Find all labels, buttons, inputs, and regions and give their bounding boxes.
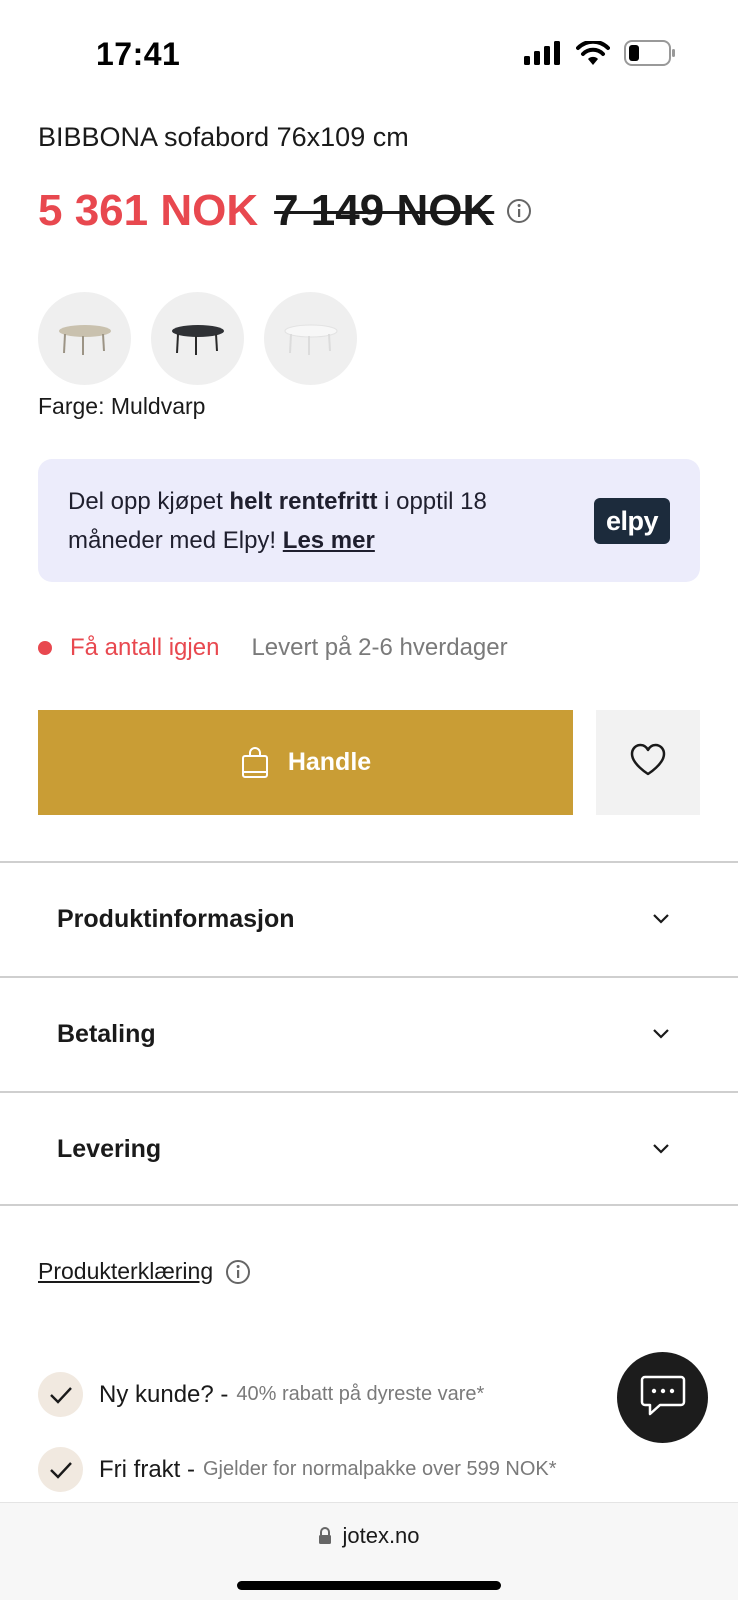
lock-icon [318,1527,332,1545]
url-bar[interactable]: jotex.no [0,1523,738,1549]
buy-button-label: Handle [287,748,372,776]
status-time: 17:41 [96,36,181,72]
elpy-read-more-link[interactable]: Les mer [283,527,375,554]
accordion-delivery[interactable]: Levering [0,1091,738,1205]
wifi-icon [576,39,610,70]
browser-bottom-bar: jotex.no [0,1502,738,1600]
shopping-bag-icon [240,746,270,779]
stock-status-dot [38,641,52,655]
chat-bubble-icon [640,1373,686,1422]
elpy-logo: elpy [594,498,670,544]
chevron-down-icon [652,913,670,925]
price-current: 5 361 NOK [38,186,259,235]
accordion-label: Levering [57,1134,162,1163]
table-dark-icon [171,324,224,355]
accordion-divider [0,1204,738,1206]
chevron-down-icon [652,1028,670,1040]
swatch-dark[interactable] [151,292,244,385]
chevron-down-icon [652,1143,670,1155]
price-row: 5 361 NOK 7 149 NOK [38,186,532,236]
table-white-icon [284,324,337,355]
perk-desc: Gjelder for normalpakke over 599 NOK* [203,1458,557,1480]
elpy-text: Del opp kjøpet helt rentefritt i opptil … [68,482,558,560]
status-icons [524,39,676,71]
swatch-white[interactable] [264,292,357,385]
product-declaration-link[interactable]: Produkterklæring [38,1258,213,1285]
accordion-payment[interactable]: Betaling [0,976,738,1090]
elpy-text-start: Del opp kjøpet [68,488,230,515]
perk-desc: 40% rabatt på dyreste vare* [236,1383,485,1405]
table-beige-icon [58,324,111,355]
battery-icon [624,40,676,71]
heart-icon [629,743,667,782]
price-old: 7 149 NOK [274,186,495,235]
accordion-label: Betaling [57,1019,156,1048]
checkmark-icon [38,1372,83,1417]
status-bar: 17:41 [0,0,738,100]
stock-row: Få antall igjen Levert på 2-6 hverdager [38,634,508,662]
delivery-time: Levert på 2-6 hverdager [251,634,508,661]
swatch-beige[interactable] [38,292,131,385]
product-declaration: Produkterklæring [38,1258,251,1285]
perk-title: Ny kunde? - [99,1380,229,1408]
perk-new-customer: Ny kunde? - 40% rabatt på dyreste vare* [38,1372,484,1417]
home-indicator[interactable] [237,1581,501,1590]
accordion-product-info[interactable]: Produktinformasjon [0,861,738,975]
declaration-info-icon[interactable] [225,1259,251,1285]
accordion-label: Produktinformasjon [57,904,295,933]
cellular-signal-icon [524,41,562,70]
perk-title: Fri frakt - [99,1455,195,1483]
chat-button[interactable] [617,1352,708,1443]
stock-status: Få antall igjen [70,634,220,661]
perk-free-shipping: Fri frakt - Gjelder for normalpakke over… [38,1447,557,1492]
checkmark-icon [38,1447,83,1492]
url-text: jotex.no [342,1523,420,1548]
favorite-button[interactable] [596,710,700,815]
product-title: BIBBONA sofabord 76x109 cm [38,122,409,152]
elpy-text-bold: helt rentefritt [229,488,378,515]
color-label: Farge: Muldvarp [38,393,206,419]
buy-button[interactable]: Handle [38,710,573,815]
elpy-financing-box: Del opp kjøpet helt rentefritt i opptil … [38,459,700,582]
color-swatches [38,292,357,385]
price-info-icon[interactable] [506,198,532,224]
